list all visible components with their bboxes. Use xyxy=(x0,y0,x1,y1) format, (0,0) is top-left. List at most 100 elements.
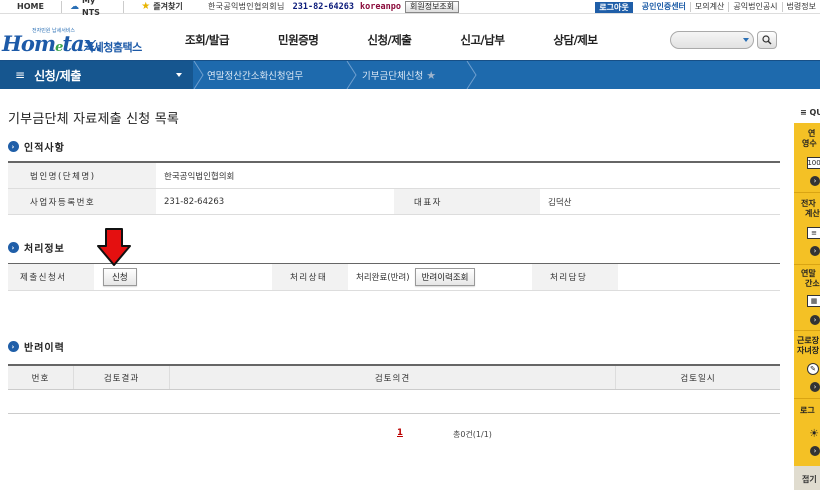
quick-item-3[interactable]: 연말 간소 ▦ › xyxy=(794,265,820,331)
chevron-right-bullet-icon: › xyxy=(8,242,19,253)
user-id: koreanpo xyxy=(360,1,401,12)
table-header-row: 번호 검토결과 검토의견 검토일시 xyxy=(8,364,780,390)
quick-menu-collapse[interactable]: 접기 xyxy=(794,466,820,490)
gnb-consult[interactable]: 상담/제보 xyxy=(553,32,598,48)
favorites-label: 즐겨찾기 xyxy=(153,1,183,11)
bizno-label: 사업자등록번호 xyxy=(8,189,156,214)
quick-item-1-line2: 영수 xyxy=(802,139,817,148)
location-bar: ≡ 신청/제출 연말정산간소화신청업무 기부금단체신청 ★ xyxy=(0,60,820,89)
quick-item-2[interactable]: 전자 계산 ≡ › xyxy=(794,193,820,265)
submit-doc-label: 제출신청서 xyxy=(8,264,94,290)
quick-item-1-line1: 연 xyxy=(808,129,816,138)
public-notice-link[interactable]: 공익법인공시 xyxy=(729,2,783,12)
site-header: 전자민원 납세서비스 Hometax. 국세청홈택스 조회/발급 민원증명 신청… xyxy=(0,15,820,60)
col-review-opinion: 검토의견 xyxy=(170,366,616,389)
personal-table: 법인명(단체명) 한국공익법인협의회 사업자등록번호 231-82-64263 … xyxy=(8,161,780,215)
section-title-reject: › 반려이력 xyxy=(8,339,65,354)
reject-history-table: 번호 검토결과 검토의견 검토일시 xyxy=(8,364,780,414)
hometax-logo[interactable]: 전자민원 납세서비스 Hometax. 국세청홈택스 xyxy=(2,19,152,56)
gnb-application[interactable]: 신청/제출 xyxy=(367,32,412,48)
manager-label: 처리담당 xyxy=(532,264,618,290)
search-icon xyxy=(762,35,772,45)
breadcrumb-item-1[interactable]: 연말정산간소화신청업무 xyxy=(207,61,303,89)
bizno-value: 231-82-64263 xyxy=(164,196,225,207)
receipt-icon: 100 xyxy=(807,157,820,169)
quick-item-2-line1: 전자 xyxy=(801,199,816,208)
table-body-empty xyxy=(8,390,780,414)
quick-item-1[interactable]: 연 영수 100 › xyxy=(794,123,820,193)
sun-icon: ☀ xyxy=(809,426,819,440)
col-review-date: 검토일시 xyxy=(680,373,716,384)
logout-button[interactable]: 로그아웃 xyxy=(595,1,633,13)
col-number: 번호 xyxy=(8,366,74,389)
corp-name-value: 한국공익법인협의회 xyxy=(164,171,235,182)
quick-item-3-line2: 간소 xyxy=(805,279,820,288)
search-input[interactable] xyxy=(670,31,754,49)
quick-item-4[interactable]: 근로장 자녀장 ✎ › xyxy=(794,331,820,399)
cert-center-link[interactable]: 공인인증센터 xyxy=(638,2,691,12)
red-down-arrow-icon xyxy=(97,228,131,266)
member-info-button[interactable]: 회원정보조회 xyxy=(404,0,460,13)
logo-home: Hom xyxy=(2,31,56,56)
favorite-star-icon[interactable]: ★ xyxy=(426,69,436,82)
quick-item-3-line1: 연말 xyxy=(801,269,816,278)
page-number-current[interactable]: 1 xyxy=(397,428,403,438)
breadcrumb-item-2[interactable]: 기부금단체신청 ★ xyxy=(362,61,436,89)
status-value: 처리완료(반려) xyxy=(356,273,410,283)
go-arrow-icon: › xyxy=(810,382,820,392)
section-label-process: 처리정보 xyxy=(24,244,65,255)
calculator-icon: ▦ xyxy=(807,295,820,307)
go-arrow-icon: › xyxy=(810,246,820,256)
apply-button[interactable]: 신청 xyxy=(103,268,137,286)
rep-value: 김덕산 xyxy=(548,197,572,208)
main-menu-selector[interactable]: ≡ 신청/제출 xyxy=(0,61,193,89)
quick-item-2-line2: 계산 xyxy=(805,209,820,218)
favorites-link[interactable]: ★ 즐겨찾기 xyxy=(124,1,200,13)
submit-doc-cell: 신청 xyxy=(94,264,272,290)
section-label-personal: 인적사항 xyxy=(24,143,65,154)
section-title-personal: › 인적사항 xyxy=(8,139,65,154)
home-link[interactable]: HOME xyxy=(0,0,62,13)
pin-icon: ✎ xyxy=(807,363,819,375)
quick-item-4-line1: 근로장 xyxy=(797,336,820,345)
chevron-right-bullet-icon: › xyxy=(8,341,19,352)
mynts-link[interactable]: ☁ My NTS xyxy=(62,0,124,17)
quick-item-4-line2: 자녀장 xyxy=(797,346,820,355)
home-label: HOME xyxy=(17,1,44,11)
global-nav: 조회/발급 민원증명 신청/제출 신고/납부 상담/제보 xyxy=(185,32,646,48)
section-title-process: › 처리정보 xyxy=(8,240,65,255)
reject-history-button[interactable]: 반려이력조회 xyxy=(414,268,476,286)
quick-item-5[interactable]: 로그 ☀ › xyxy=(794,399,820,466)
main-menu-label: 신청/제출 xyxy=(34,68,82,83)
table-row: 법인명(단체명) 한국공익법인협의회 xyxy=(8,163,780,189)
mock-calc-link[interactable]: 모의계산 xyxy=(691,2,730,12)
law-info-link[interactable]: 법령정보 xyxy=(783,2,820,12)
total-count: 총0건(1/1) xyxy=(453,430,492,439)
star-icon: ★ xyxy=(141,0,151,12)
quick-item-5-line1: 로그 xyxy=(800,406,815,415)
breadcrumb-label-2: 기부금단체신청 xyxy=(362,71,424,82)
chevron-down-icon xyxy=(176,73,182,77)
user-bizno: 231-82-64263 xyxy=(292,1,355,12)
status-label: 처리상태 xyxy=(272,264,348,290)
breadcrumb-label-1: 연말정산간소화신청업무 xyxy=(207,71,304,82)
search-button[interactable] xyxy=(757,31,777,49)
go-arrow-icon: › xyxy=(810,446,820,456)
dropdown-caret-icon[interactable] xyxy=(743,38,749,42)
page-title: 기부금단체 자료제출 신청 목록 xyxy=(8,112,180,127)
breadcrumb-separator-icon xyxy=(466,61,477,89)
gnb-certificate[interactable]: 민원증명 xyxy=(278,32,319,48)
breadcrumb-separator-icon xyxy=(346,61,357,89)
user-name: 한국공익법인협의회님 xyxy=(208,2,285,11)
gnb-inquiry[interactable]: 조회/발급 xyxy=(185,32,230,48)
go-arrow-icon: › xyxy=(810,176,820,186)
rep-label: 대표자 xyxy=(394,189,540,214)
manager-value xyxy=(618,264,780,290)
logo-korean: 국세청홈택스 xyxy=(84,41,142,54)
utility-right: 로그아웃 공인인증센터 모의계산 공익법인공시 법령정보 xyxy=(595,0,820,14)
cloud-icon: ☁ xyxy=(70,1,79,12)
invoice-icon: ≡ xyxy=(807,227,820,239)
utility-bar: HOME ☁ My NTS ★ 즐겨찾기 한국공익법인협의회님 231-82-6… xyxy=(0,0,820,17)
table-row: 사업자등록번호 231-82-64263 대표자 김덕산 xyxy=(8,189,780,215)
gnb-filing[interactable]: 신고/납부 xyxy=(460,32,505,48)
